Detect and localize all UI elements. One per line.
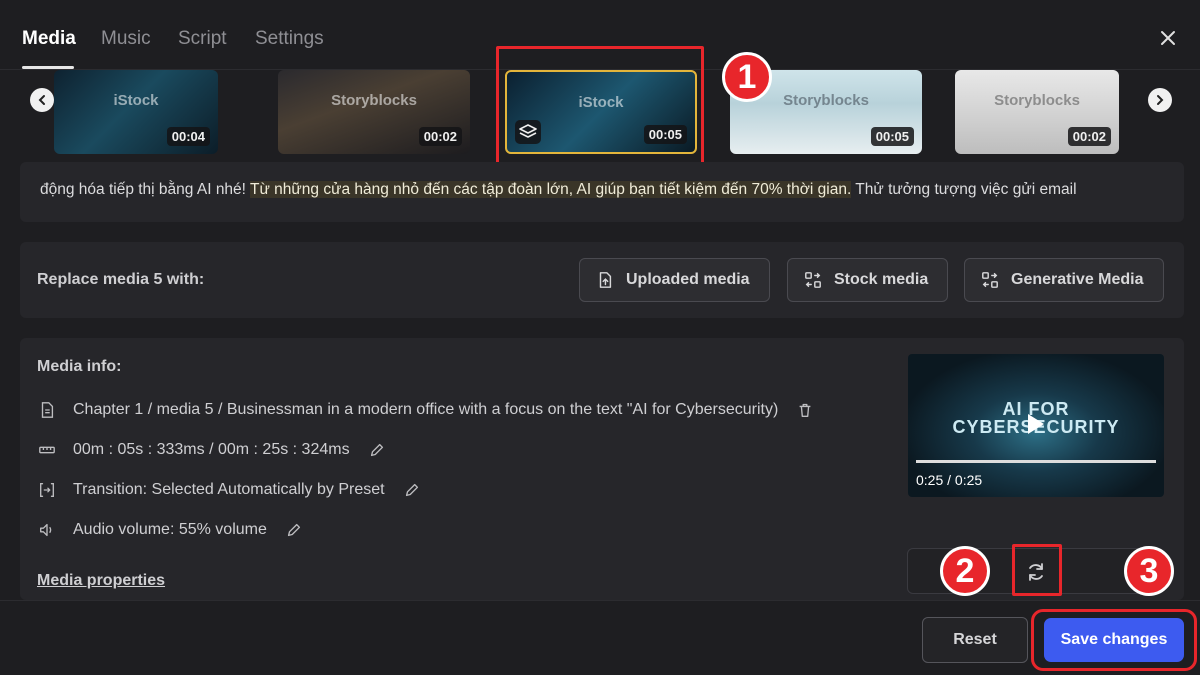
thumbnail-watermark: Storyblocks [331, 92, 417, 109]
upload-file-icon [599, 272, 612, 288]
document-icon [37, 400, 57, 420]
ruler-icon [37, 440, 57, 460]
stock-media-button[interactable]: Stock media [787, 258, 948, 302]
trash-icon[interactable] [796, 401, 814, 419]
pencil-icon[interactable] [285, 521, 303, 539]
tab-media[interactable]: Media [22, 28, 76, 50]
generative-media-button[interactable]: Generative Media [964, 258, 1164, 302]
swap-icon [805, 272, 821, 288]
pencil-icon[interactable] [368, 441, 386, 459]
media-path-text: Chapter 1 / media 5 / Businessman in a m… [73, 401, 779, 418]
thumbnail-watermark: Storyblocks [994, 92, 1080, 109]
transition-icon [37, 480, 57, 500]
close-icon[interactable] [1158, 28, 1178, 48]
media-info-title: Media info: [37, 358, 122, 375]
annotation-box-save [1031, 609, 1197, 671]
scroll-left-button[interactable] [30, 88, 54, 112]
script-before: động hóa tiếp thị bằng AI nhé! [40, 181, 251, 198]
generative-media-label: Generative Media [1011, 271, 1144, 288]
media-preview-player[interactable]: AI FOR CYBERSECURITY 0:25 / 0:25 [908, 354, 1164, 497]
script-line[interactable]: động hóa tiếp thị bằng AI nhé! Từ những … [20, 162, 1184, 222]
audio-volume-row: Audio volume: 55% volume [37, 520, 303, 540]
script-highlight: Từ những cửa hàng nhỏ đến các tập đoàn l… [250, 181, 852, 198]
active-tab-indicator [22, 66, 74, 69]
media-thumbnail-1[interactable]: iStock 00:04 [54, 70, 218, 154]
audio-volume-text: Audio volume: 55% volume [73, 521, 267, 538]
thumbnail-duration: 00:02 [1067, 127, 1111, 146]
script-after: Thử tưởng tượng việc gửi email [851, 181, 1077, 198]
replace-media-label: Replace media 5 with: [37, 271, 205, 288]
stock-media-label: Stock media [834, 271, 929, 288]
preview-time: 0:25 / 0:25 [916, 472, 983, 488]
speaker-icon [37, 520, 57, 540]
transition-row: Transition: Selected Automatically by Pr… [37, 480, 421, 500]
chevron-right-icon [1157, 95, 1164, 105]
annotation-badge-1: 1 [722, 52, 772, 102]
media-thumbnail-5[interactable]: Storyblocks 00:02 [955, 70, 1119, 154]
media-editor-modal: Media Music Script Settings iStock 00:04… [0, 0, 1200, 675]
preview-progress-bar[interactable] [916, 460, 1156, 463]
media-thumbnail-2[interactable]: Storyblocks 00:02 [278, 70, 470, 154]
pencil-icon[interactable] [403, 481, 421, 499]
tab-music[interactable]: Music [101, 28, 151, 50]
annotation-box-selected-media [496, 46, 704, 168]
annotation-badge-3: 3 [1124, 546, 1174, 596]
swap-icon [982, 272, 998, 288]
uploaded-media-button[interactable]: Uploaded media [579, 258, 770, 302]
transition-text: Transition: Selected Automatically by Pr… [73, 481, 385, 498]
modal-footer: Reset Save changes [0, 600, 1200, 675]
annotation-box-refresh [1012, 544, 1062, 596]
chevron-left-icon [38, 95, 45, 105]
media-path-row: Chapter 1 / media 5 / Businessman in a m… [37, 400, 814, 420]
thumbnail-duration: 00:02 [418, 127, 462, 146]
uploaded-media-label: Uploaded media [626, 271, 750, 288]
media-timing-row: 00m : 05s : 333ms / 00m : 25s : 324ms [37, 440, 386, 460]
media-timing-text: 00m : 05s : 333ms / 00m : 25s : 324ms [73, 441, 350, 458]
annotation-badge-2: 2 [940, 546, 990, 596]
scroll-right-button[interactable] [1148, 88, 1172, 112]
tab-settings[interactable]: Settings [255, 28, 324, 50]
thumbnail-watermark: iStock [113, 92, 159, 109]
play-icon[interactable] [1028, 414, 1044, 434]
script-text: động hóa tiếp thị bằng AI nhé! Từ những … [40, 181, 1077, 199]
media-info-panel: Media info: Chapter 1 / media 5 / Busine… [20, 338, 1184, 600]
replace-media-panel: Replace media 5 with: Uploaded media Sto… [20, 242, 1184, 318]
tab-script[interactable]: Script [178, 28, 227, 50]
media-properties-link[interactable]: Media properties [37, 572, 165, 590]
reset-button[interactable]: Reset [922, 617, 1028, 663]
thumbnail-duration: 00:05 [870, 127, 914, 146]
thumbnail-duration: 00:04 [166, 127, 210, 146]
